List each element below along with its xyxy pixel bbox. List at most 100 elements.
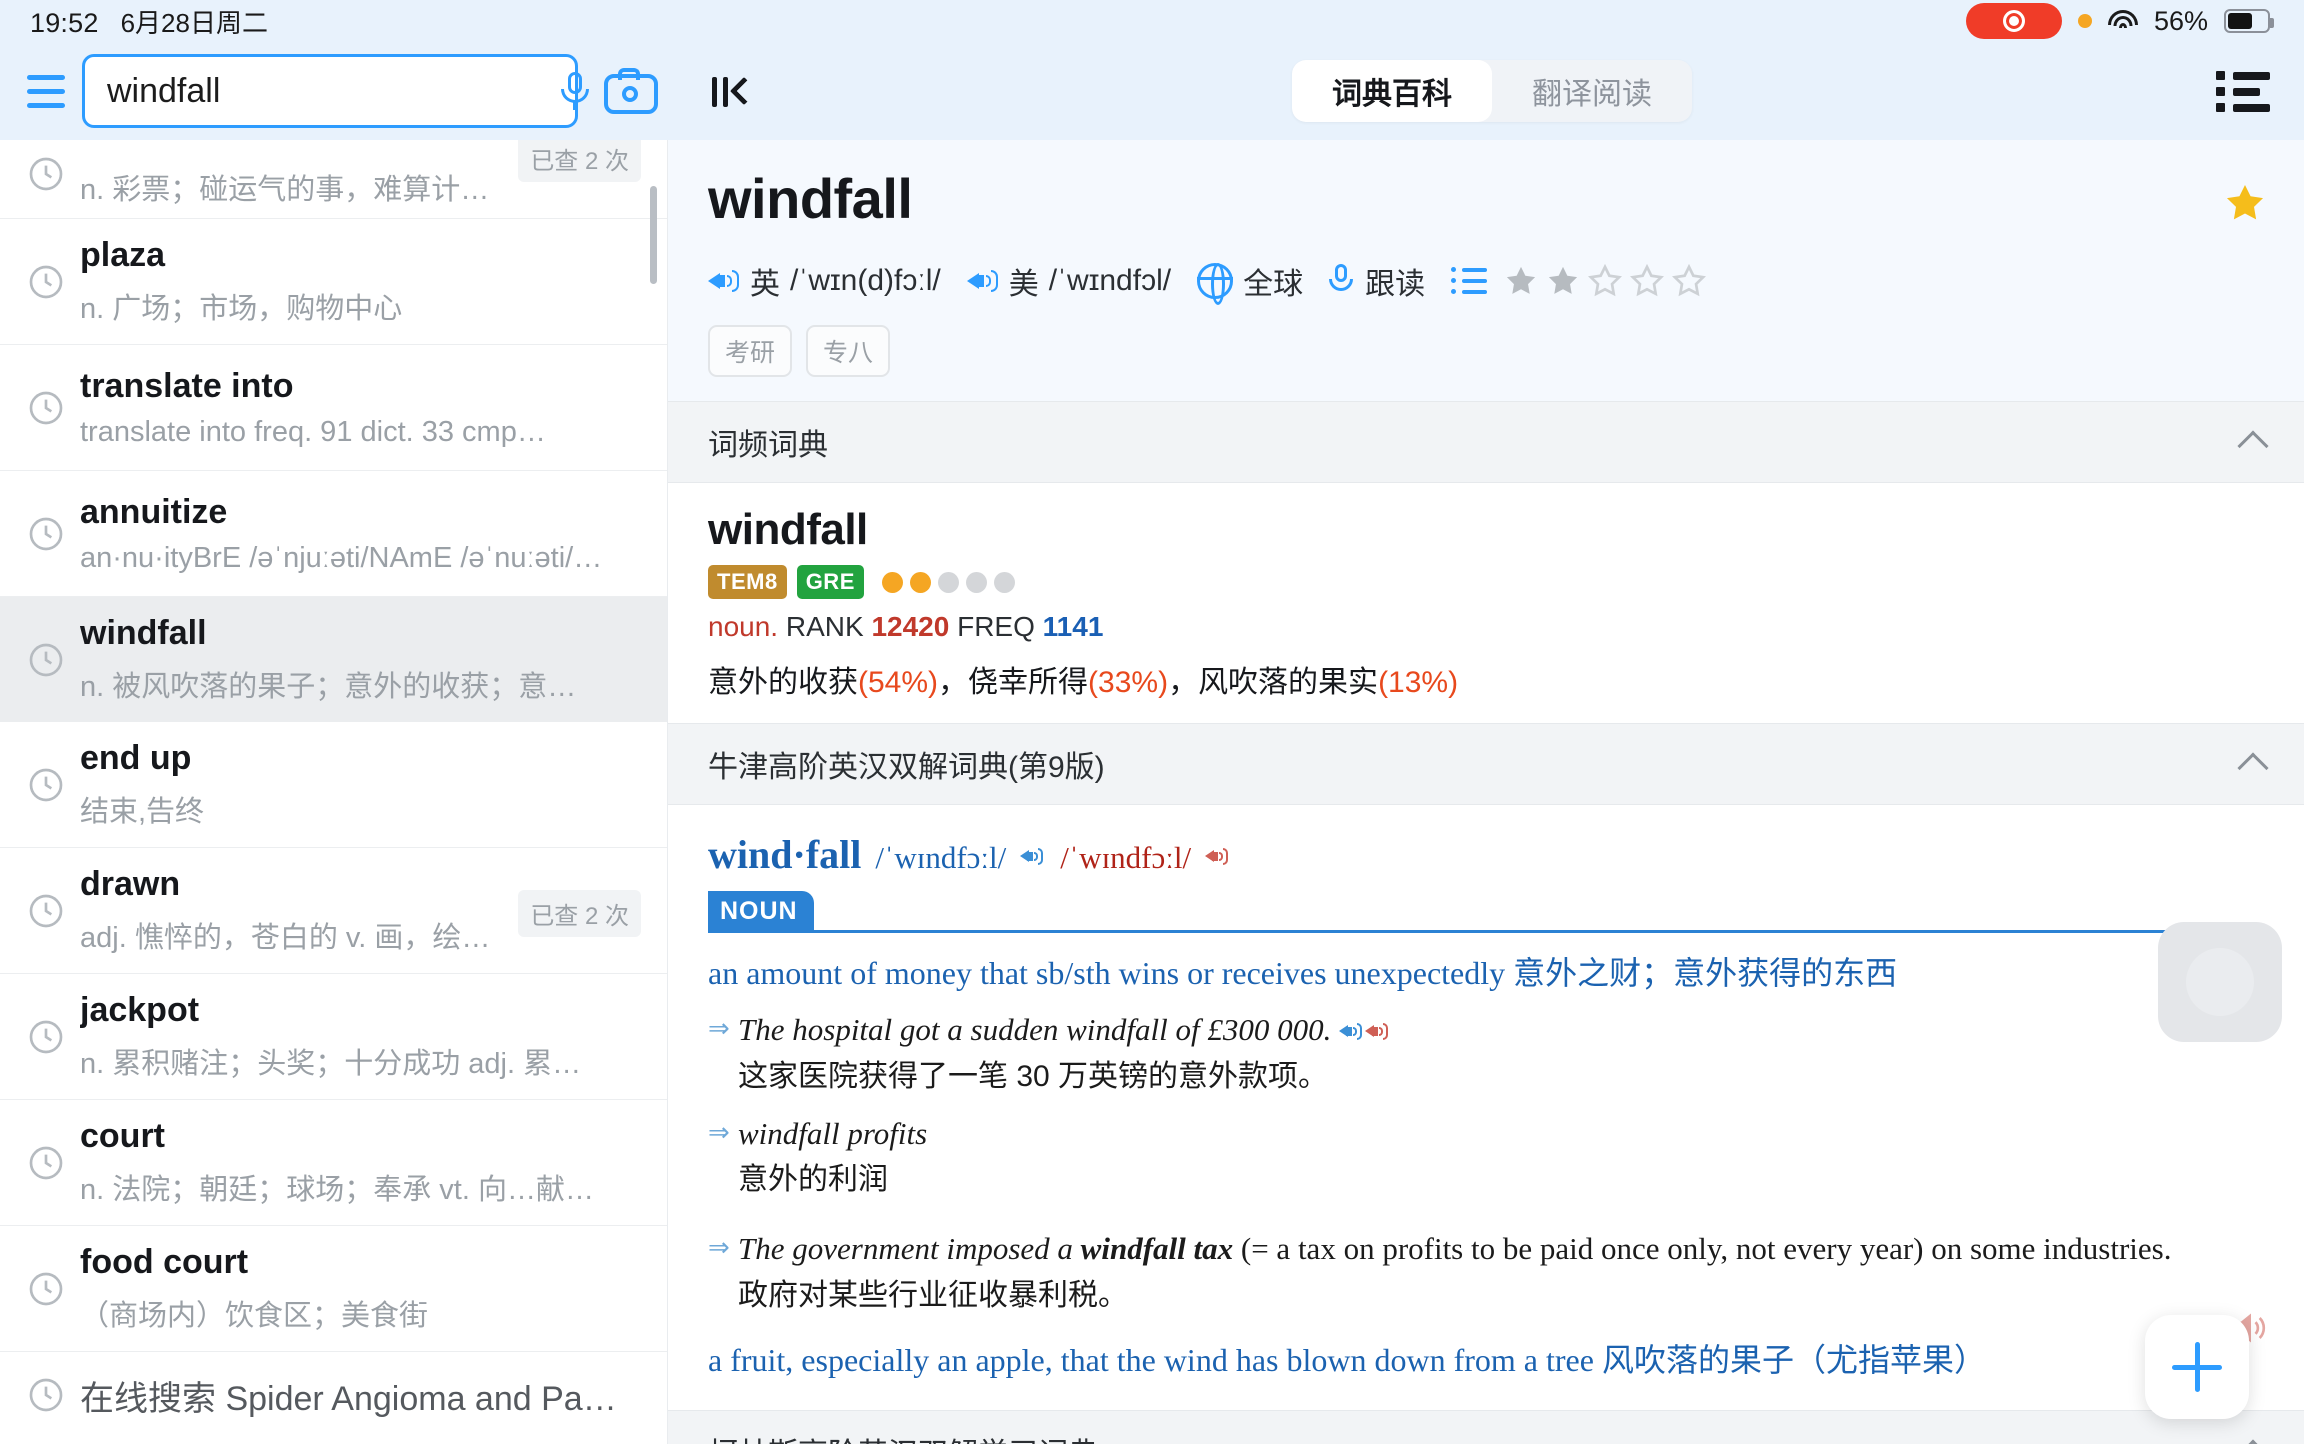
star-icon [1672, 263, 1707, 297]
sense-text: 意外的收获 [708, 666, 858, 699]
star-icon [1548, 266, 1578, 294]
add-button[interactable] [2145, 1315, 2249, 1419]
tab-translation[interactable]: 翻译阅读 [1492, 60, 1692, 122]
status-date: 6月28日周二 [120, 7, 268, 38]
example-chinese: 政府对某些行业征收暴利税。 [738, 1278, 1128, 1312]
clock-icon [12, 248, 80, 316]
example-english: The hospital got a sudden windfall of £3… [738, 1009, 2264, 1051]
collapse-panel-icon[interactable] [702, 63, 759, 119]
word-list-icon[interactable] [1451, 265, 1489, 297]
oxford-headword-row: wind·fall /ˈwɪndfɔːl/ /ˈwɪndfɔːl/ [708, 831, 2264, 878]
star-icon [1588, 263, 1623, 297]
chevron-up-icon[interactable] [2237, 1439, 2269, 1444]
list-item[interactable]: jackpot n. 累积赌注；头奖；十分成功 adj. 累… [0, 974, 667, 1099]
chevron-up-icon[interactable] [2237, 429, 2269, 462]
speaker-icon[interactable] [708, 266, 740, 296]
speaker-icon[interactable] [966, 266, 999, 296]
level-dots [881, 571, 1015, 593]
tag-tem8[interactable]: 专八 [806, 325, 891, 377]
chevron-up-icon[interactable] [2237, 751, 2269, 784]
list-item-word: windfall [80, 614, 207, 652]
oxford-uk-ipa: /ˈwɪndfɔːl/ [875, 840, 1007, 875]
sense-percent: (13%) [1378, 666, 1459, 699]
globe-icon [1197, 263, 1234, 305]
section-header-oxford[interactable]: 牛津高阶英汉双解词典(第9版) [668, 723, 2304, 805]
list-menu-icon[interactable] [2216, 69, 2270, 113]
global-button[interactable]: 全球 [1197, 259, 1304, 305]
example-1: ⇒ The hospital got a sudden windfall of … [708, 1009, 2264, 1098]
global-label: 全球 [1243, 268, 1304, 301]
example-english: windfall profits [738, 1115, 928, 1151]
list-item[interactable]: food court （商场内）饮食区；美食街 [0, 1226, 667, 1351]
list-item-definition: an·nu·ityBrE /əˈnjuːəti/NAmE /əˈnuːəti/… [80, 541, 603, 574]
status-time: 19:52 [30, 7, 99, 38]
list-item-selected[interactable]: windfall n. 被风吹落的果子；意外的收获；意… [0, 597, 667, 722]
list-item[interactable]: court n. 法院；朝廷；球场；奉承 vt. 向…献… [0, 1100, 667, 1225]
speaker-icon[interactable] [1365, 1019, 1391, 1043]
freq-label: FREQ [957, 611, 1035, 642]
toolbar: 词典百科 翻译阅读 [0, 42, 2304, 140]
speaker-icon[interactable] [1020, 844, 1046, 868]
list-item[interactable]: drawn adj. 憔悴的，苍白的 v. 画，绘… 已查 2 次 [0, 848, 667, 973]
divider [708, 930, 2264, 933]
list-item-definition: 结束,告终 [80, 796, 205, 828]
mastery-rating[interactable] [1503, 263, 1707, 299]
uk-pronunciation[interactable]: 英 /ˈwɪn(d)fɔːl/ [708, 259, 941, 303]
part-of-speech: noun. [708, 611, 779, 642]
history-sidebar[interactable]: n. 彩票；碰运气的事，难算计… 已查 2 次 plaza n. 广场；市场，购… [0, 140, 668, 1444]
frequency-badges: TEM8 GRE [708, 565, 2264, 599]
online-search-label: 在线搜索 Spider Angioma and Pa… [80, 1379, 617, 1418]
search-box[interactable] [82, 54, 589, 128]
oxford-headword: wind·fall [708, 832, 862, 877]
search-input[interactable] [107, 71, 550, 111]
sense-percent: (54%) [858, 666, 939, 699]
uk-ipa: /ˈwɪn(d)fɔːl/ [790, 264, 941, 297]
list-item-definition: n. 法院；朝廷；球场；奉承 vt. 向…献… [80, 1174, 594, 1206]
pos-chip-noun: NOUN [708, 891, 814, 933]
speaker-icon[interactable] [1205, 844, 1231, 868]
online-search-item[interactable]: 在线搜索 Spider Angioma and Pa… [0, 1352, 667, 1438]
us-pronunciation[interactable]: 美 /ˈwɪndfɔl/ [966, 259, 1171, 303]
camera-icon[interactable] [604, 68, 658, 114]
follow-label: 跟读 [1365, 268, 1426, 301]
clock-icon [12, 1255, 80, 1323]
page-title: windfall [708, 167, 913, 230]
pronunciation-row: 英 /ˈwɪn(d)fɔːl/ 美 /ˈwɪndfɔl/ 全球 跟读 [708, 259, 2264, 305]
clock-icon [12, 1129, 80, 1197]
lookup-count-badge: 已查 2 次 [518, 890, 641, 937]
clock-icon [12, 374, 80, 442]
section-header-frequency[interactable]: 词频词典 [668, 401, 2304, 483]
list-item[interactable]: annuitize an·nu·ityBrE /əˈnjuːəti/NAmE /… [0, 471, 667, 596]
section-title: 柯林斯高阶英汉双解学习词典 [708, 1429, 1098, 1444]
microphone-icon [1329, 264, 1355, 298]
rank-value: 12420 [871, 611, 950, 642]
oxford-sense-1: an amount of money that sb/sth wins or r… [708, 955, 1898, 991]
tag-kaoyan[interactable]: 考研 [708, 325, 793, 377]
frequency-meta: noun. RANK 12420 FREQ 1141 [708, 611, 2264, 643]
list-item-definition: （商场内）饮食区；美食街 [80, 1300, 429, 1332]
list-item[interactable]: n. 彩票；碰运气的事，难算计… 已查 2 次 [0, 140, 667, 218]
hamburger-menu-icon[interactable] [18, 74, 74, 108]
section-header-collins[interactable]: 柯林斯高阶英汉双解学习词典 [668, 1410, 2304, 1444]
microphone-icon[interactable] [558, 69, 592, 113]
list-item-word: end up [80, 739, 192, 777]
list-item-word: food court [80, 1243, 249, 1281]
status-bar-left: 19:52 6月28日周二 [30, 3, 268, 40]
list-item[interactable]: translate into translate into freq. 91 d… [0, 345, 667, 470]
record-icon[interactable] [1965, 3, 2062, 39]
status-bar: 19:52 6月28日周二 56% [0, 0, 2304, 42]
list-item[interactable]: plaza n. 广场；市场，购物中心 [0, 219, 667, 344]
star-filled-icon[interactable] [2222, 180, 2268, 231]
tab-dictionary[interactable]: 词典百科 [1292, 60, 1492, 122]
view-tabs: 词典百科 翻译阅读 [1292, 60, 1692, 122]
exam-tags: 考研 专八 [708, 325, 2264, 377]
section-title: 词频词典 [708, 429, 828, 462]
section-title: 牛津高阶英汉双解词典(第9版) [708, 751, 1105, 784]
speaker-icon[interactable] [1339, 1019, 1365, 1043]
follow-read-button[interactable]: 跟读 [1329, 259, 1425, 303]
frequency-senses: 意外的收获(54%)，侥幸所得(33%)，风吹落的果实(13%) [708, 666, 1459, 699]
arrow-icon: ⇒ [708, 1231, 730, 1262]
list-item[interactable]: end up 结束,告终 [0, 722, 667, 847]
example-keyword: windfall tax [1080, 1230, 1234, 1266]
clock-icon [12, 1003, 80, 1071]
